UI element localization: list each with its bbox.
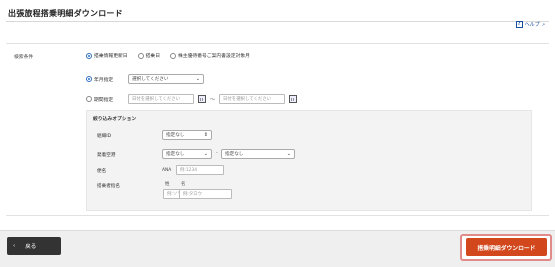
org-label: 組織ID (97, 134, 112, 139)
filter-options-box: 絞り込みオプション 組織ID 指定なし ⇕ 発着空港 指定なし ⌄ - 指定なし… (86, 110, 532, 211)
placeholder-text: 例:1234 (180, 168, 198, 173)
flight-label: 便名 (97, 169, 107, 174)
arrival-airport-select[interactable]: 指定なし ⌄ (221, 149, 295, 159)
year-month-option[interactable]: 年月指定 (86, 76, 124, 83)
back-label: 戻る (25, 244, 37, 250)
period-option[interactable]: 期間指定 (86, 96, 124, 103)
back-button[interactable]: ‹ 戻る (7, 237, 61, 255)
date-type-option-boarding[interactable]: 搭乗日 (137, 52, 160, 59)
departure-airport-select[interactable]: 指定なし ⌄ (162, 149, 212, 159)
chevron-down-icon: ⌄ (195, 76, 200, 82)
date-type-option-updated[interactable]: 搭乗情報更新日 (86, 52, 128, 59)
date-type-label: 株主優待番号ご案内書設定対象月 (178, 54, 250, 59)
filter-title: 絞り込みオプション (93, 117, 137, 122)
period-row: 期間指定 日付を選択してください 〜 日付を選択してください (86, 94, 298, 104)
date-type-group: 搭乗情報更新日 搭乗日 株主優待番号ご案内書設定対象月 (86, 52, 250, 59)
date-type-label: 搭乗日 (145, 54, 160, 59)
range-separator: 〜 (210, 96, 216, 103)
select-value: 指定なし (166, 152, 185, 157)
search-panel: 検索条件 搭乗情報更新日 搭乗日 株主優待番号ご案内書設定対象月 年月指定 選択… (6, 43, 549, 216)
year-month-label: 年月指定 (94, 77, 114, 83)
route-separator: - (216, 151, 218, 156)
first-name-input[interactable]: 例:タロウ (179, 189, 232, 199)
first-name-label: 名 (181, 182, 186, 187)
flight-prefix: ANA (162, 168, 172, 173)
placeholder-text: 日付を選択してください (223, 97, 272, 102)
help-link[interactable]: ? ヘルプ ↗ (515, 21, 545, 28)
year-month-select[interactable]: 選択してください ⌄ (128, 74, 204, 84)
radio-button[interactable] (86, 52, 92, 59)
radio-button[interactable] (137, 52, 144, 59)
download-page: 出張旅程搭乗明細ダウンロード ? ヘルプ ↗ 検索条件 搭乗情報更新日 搭乗日 … (0, 0, 555, 267)
period-from-input[interactable]: 日付を選択してください (128, 94, 194, 104)
chevron-down-icon: ⌄ (203, 151, 208, 157)
calendar-icon[interactable] (289, 95, 298, 103)
select-value: 選択してください (132, 77, 169, 82)
passenger-label: 搭乗者指名 (97, 184, 120, 189)
chevron-down-icon: ⌄ (286, 151, 291, 157)
radio-button[interactable] (86, 96, 92, 102)
download-button[interactable]: 搭乗明細ダウンロード (466, 238, 547, 256)
page-title: 出張旅程搭乗明細ダウンロード (8, 9, 123, 18)
placeholder-text: 日付を選択してください (132, 97, 181, 102)
flight-number-input[interactable]: 例:1234 (176, 165, 224, 175)
radio-button[interactable] (86, 76, 92, 82)
period-label: 期間指定 (94, 97, 114, 103)
date-type-option-shareholder[interactable]: 株主優待番号ご案内書設定対象月 (170, 52, 250, 59)
search-condition-label: 検索条件 (14, 55, 34, 60)
route-label: 発着空港 (97, 153, 116, 158)
placeholder-text: 例:タロウ (183, 192, 203, 197)
period-to-input[interactable]: 日付を選択してください (219, 94, 286, 104)
org-select[interactable]: 指定なし ⇕ (162, 130, 212, 140)
radio-button[interactable] (170, 52, 176, 59)
help-label: ヘルプ (524, 22, 540, 28)
year-month-row: 年月指定 選択してください ⌄ (86, 74, 204, 84)
date-type-label: 搭乗情報更新日 (94, 54, 128, 59)
calendar-icon[interactable] (198, 95, 206, 103)
select-value: 指定なし (225, 152, 244, 157)
chevron-left-icon: ‹ (13, 243, 16, 249)
external-link-icon: ↗ (541, 22, 545, 27)
last-name-label: 姓 (165, 182, 170, 187)
question-icon: ? (515, 21, 523, 28)
title-divider (6, 21, 549, 22)
chevron-updown-icon: ⇕ (203, 132, 208, 138)
select-value: 指定なし (166, 133, 185, 138)
